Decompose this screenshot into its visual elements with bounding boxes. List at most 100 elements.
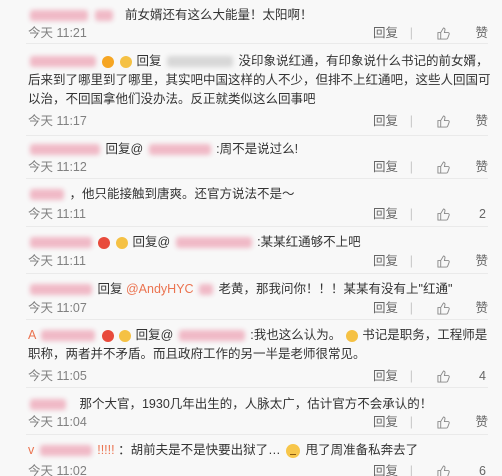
reply-button[interactable]: 回复 — [373, 367, 398, 385]
thumbs-up-icon[interactable] — [437, 208, 450, 221]
mention-redacted[interactable] — [178, 330, 245, 342]
comment-list: 前女婿还有这么大能量！太阳啊！ 今天 11:21 回复 | 赞 回复 没印象说红… — [0, 0, 502, 476]
comment-item: 回复 没印象说红通，有印象说什么书记的前女婿， 后来到了哪里到了哪里，其实吧中国… — [26, 44, 491, 136]
comment-text: 老黄，那我问你！！！某某有没有上"红通" — [218, 282, 453, 296]
username-fragment[interactable]: v — [28, 443, 34, 457]
comment-time: 今天 11:21 — [28, 26, 87, 40]
comment-body: ，他只能接触到唐爽。还官方说法不是～ — [28, 185, 488, 203]
reply-button[interactable]: 回复 — [373, 462, 398, 476]
comment-body: 回复@ :某某红通够不上吧 — [28, 233, 488, 251]
thumbs-up-icon[interactable] — [437, 255, 450, 268]
username-redacted[interactable] — [30, 10, 88, 22]
mention-redacted[interactable] — [148, 144, 211, 156]
reply-button[interactable]: 回复 — [373, 112, 398, 130]
username-redacted[interactable] — [30, 144, 100, 156]
comment-time: 今天 11:11 — [28, 207, 86, 221]
reply-button[interactable]: 回复 — [373, 205, 398, 223]
comment-meta: 今天 11:07 回复 | 赞 — [28, 299, 488, 317]
comment-time: 今天 11:11 — [28, 254, 86, 268]
comment-body: 回复 没印象说红通，有印象说什么书记的前女婿， — [28, 52, 488, 70]
divider: | — [409, 114, 413, 128]
member-badge-icon — [115, 236, 128, 249]
username-redacted[interactable] — [30, 237, 92, 249]
reply-prefix: 回复@ — [105, 142, 144, 156]
comment-body: A 回复@ :我也这么认为。 书记是职务，工程师是 — [28, 326, 488, 344]
reply-prefix: 回复@ — [135, 328, 174, 342]
username-fragment[interactable]: A — [28, 328, 36, 342]
comment-text: :某某红通够不上吧 — [257, 235, 361, 249]
comment-body: 回复 @AndyHYC 老黄，那我问你！！！某某有没有上"红通" — [28, 280, 488, 298]
like-count[interactable]: 2 — [479, 205, 486, 223]
like-button[interactable]: 赞 — [475, 112, 488, 130]
username-redacted[interactable] — [41, 330, 96, 342]
username-redacted[interactable] — [30, 56, 96, 68]
like-button[interactable]: 赞 — [475, 299, 488, 317]
comment-body: 前女婿还有这么大能量！太阳啊！ — [28, 6, 488, 24]
divider: | — [409, 301, 413, 315]
thumbs-up-icon[interactable] — [437, 27, 450, 40]
comment-text-line1b: 甩了周准备私奔去了 — [305, 443, 419, 457]
comment-time: 今天 11:07 — [28, 301, 87, 315]
comment-item: ，他只能接触到唐爽。还官方说法不是～ 今天 11:11 回复 | 2 — [26, 179, 488, 227]
thumbs-up-icon[interactable] — [437, 370, 450, 383]
comment-item: 回复@ :某某红通够不上吧 今天 11:11 回复 | 赞 — [26, 227, 488, 274]
username-redacted[interactable] — [30, 284, 92, 296]
comment-text: 那个大官，1930几年出生的，人脉太广，估计官方不会承认的！ — [79, 397, 433, 411]
reply-button[interactable]: 回复 — [373, 252, 398, 270]
username-redacted[interactable] — [30, 399, 66, 411]
like-button[interactable]: 赞 — [475, 252, 488, 270]
divider: | — [409, 369, 413, 383]
divider: | — [409, 464, 413, 476]
star-badge-icon — [102, 55, 115, 68]
reply-button[interactable]: 回复 — [373, 158, 398, 176]
thumbs-up-icon[interactable] — [437, 465, 450, 476]
comment-text-line1: 没印象说红通，有印象说什么书记的前女婿， — [238, 54, 489, 68]
comment-text: 前女婿还有这么大能量！太阳啊！ — [124, 8, 313, 22]
mention-redacted[interactable] — [166, 56, 233, 68]
comment-body: 回复@ :周不是说过么! — [28, 140, 488, 158]
reply-button[interactable]: 回复 — [373, 299, 398, 317]
divider: | — [409, 415, 413, 429]
thumbs-up-icon[interactable] — [437, 161, 450, 174]
like-count[interactable]: 6 — [479, 462, 486, 476]
reply-button[interactable]: 回复 — [373, 24, 398, 42]
like-button[interactable]: 赞 — [475, 413, 488, 431]
username-redacted[interactable] — [30, 189, 64, 201]
divider: | — [409, 207, 413, 221]
comment-item: 那个大官，1930几年出生的，人脉太广，估计官方不会承认的！ 今天 11:04 … — [26, 388, 488, 435]
comment-meta: 今天 11:05 回复 | 4 — [28, 367, 488, 385]
emoji-icon — [286, 443, 301, 458]
divider: | — [409, 160, 413, 174]
like-count[interactable]: 4 — [479, 367, 486, 385]
thumbs-up-icon[interactable] — [437, 416, 450, 429]
username-redacted[interactable] — [95, 10, 114, 22]
star-badge-icon — [101, 329, 114, 342]
comment-time: 今天 11:05 — [28, 369, 87, 383]
member-badge-icon — [119, 55, 132, 68]
reply-button[interactable]: 回复 — [373, 413, 398, 431]
comment-meta: 今天 11:11 回复 | 2 — [28, 205, 488, 223]
comment-meta: 今天 11:17 回复 | 赞 — [28, 112, 488, 130]
comment-time: 今天 11:17 — [28, 114, 87, 128]
comment-item: 回复@ :周不是说过么! 今天 11:12 回复 | 赞 — [26, 136, 488, 179]
comment-body: 那个大官，1930几年出生的，人脉太广，估计官方不会承认的！ — [28, 395, 488, 413]
mention-link[interactable]: @AndyHYC — [126, 282, 194, 296]
comment-text: :周不是说过么! — [216, 142, 299, 156]
like-button[interactable]: 赞 — [475, 158, 488, 176]
comment-meta: 今天 11:02 回复 | 6 — [28, 462, 488, 476]
mention-redacted[interactable] — [175, 237, 252, 249]
reply-prefix: 回复 — [136, 54, 162, 68]
comment-text-line1: :我也这么认为。 — [250, 328, 342, 342]
comment-time: 今天 11:04 — [28, 415, 87, 429]
like-button[interactable]: 赞 — [475, 24, 488, 42]
thumbs-up-icon[interactable] — [437, 302, 450, 315]
comment-item: v !!!!! ：胡前夫是不是快要出狱了… 甩了周准备私奔去了 今天 11:02… — [26, 435, 488, 476]
username-redacted[interactable] — [39, 445, 92, 457]
comment-meta: 今天 11:11 回复 | 赞 — [28, 252, 488, 270]
comment-text-line2: 后来到了哪里到了哪里，其实吧中国这样的人不少，但排不上红通吧，这些人回国可 — [28, 73, 491, 87]
thumbs-up-icon[interactable] — [437, 115, 450, 128]
mention-redacted — [199, 284, 214, 296]
member-badge-icon — [119, 329, 132, 342]
comment-item: 前女婿还有这么大能量！太阳啊！ 今天 11:21 回复 | 赞 — [26, 0, 488, 44]
username-suffix[interactable]: !!!!! — [97, 443, 114, 457]
